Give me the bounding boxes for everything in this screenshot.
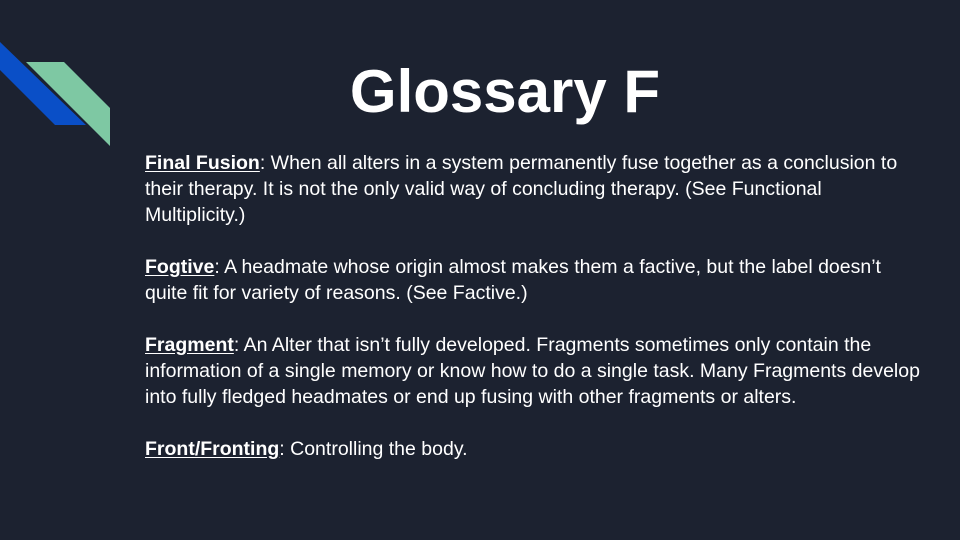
glossary-term: Final Fusion — [145, 152, 260, 174]
glossary-body: Final Fusion: When all alters in a syste… — [145, 150, 925, 488]
glossary-entry-final-fusion: Final Fusion: When all alters in a syste… — [145, 150, 925, 228]
slide: Glossary F Final Fusion: When all alters… — [0, 0, 960, 540]
glossary-definition: : An Alter that isn’t fully developed. F… — [145, 334, 920, 408]
glossary-entry-front-fronting: Front/Fronting: Controlling the body. — [145, 436, 925, 462]
glossary-term: Fogtive — [145, 256, 215, 278]
glossary-term: Fragment — [145, 334, 234, 356]
glossary-definition: : A headmate whose origin almost makes t… — [145, 256, 881, 304]
glossary-definition: : Controlling the body. — [279, 438, 468, 460]
glossary-entry-fogtive: Fogtive: A headmate whose origin almost … — [145, 254, 925, 306]
glossary-term: Front/Fronting — [145, 438, 280, 460]
glossary-entry-fragment: Fragment: An Alter that isn’t fully deve… — [145, 332, 925, 410]
slide-title: Glossary F — [349, 58, 661, 125]
